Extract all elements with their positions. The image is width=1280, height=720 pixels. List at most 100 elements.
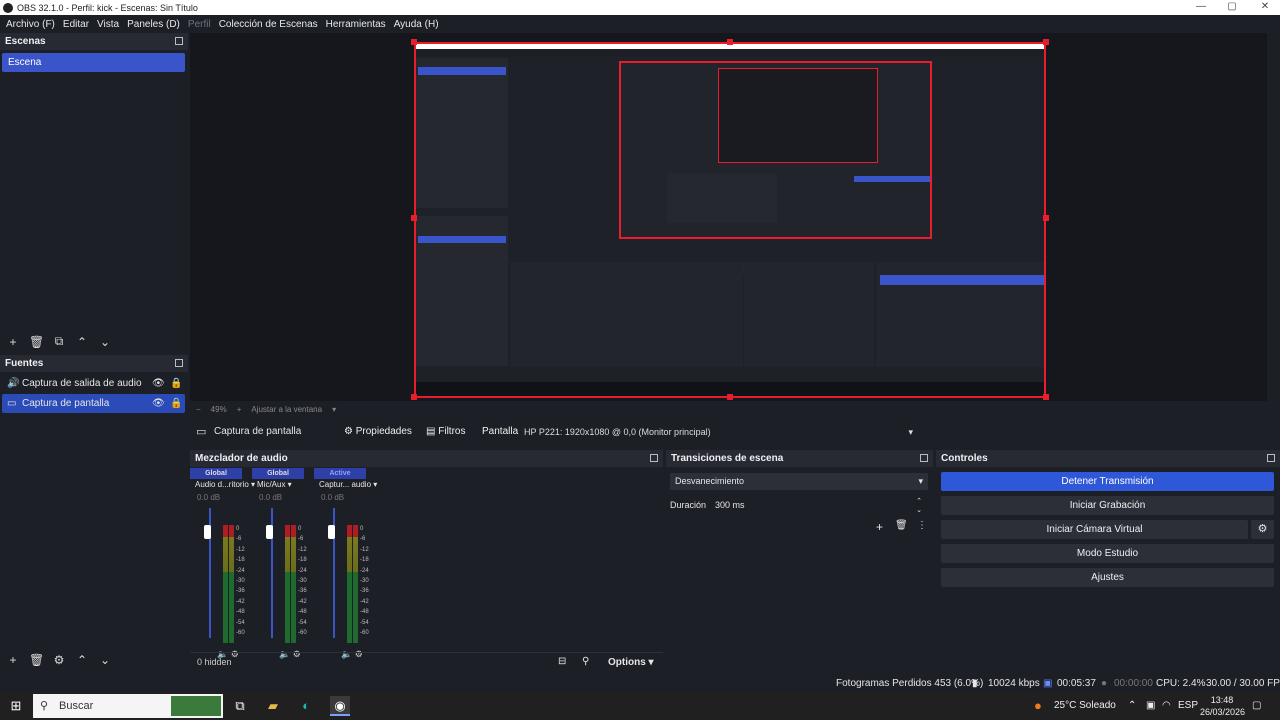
fader-handle[interactable] xyxy=(328,525,335,539)
menu-coleccion-escenas[interactable]: Colección de Escenas xyxy=(219,19,318,30)
resize-handle[interactable] xyxy=(727,39,733,45)
lock-icon[interactable]: 🔒 xyxy=(170,374,182,393)
source-label: Captura de salida de audio xyxy=(22,378,142,389)
preview-canvas[interactable] xyxy=(414,42,1046,398)
tray-expand-icon[interactable]: ⌃ xyxy=(1128,692,1136,720)
tick: -54 xyxy=(236,619,245,626)
nested-scenes-panel xyxy=(416,58,508,208)
tick: -6 xyxy=(298,536,304,543)
link-icon[interactable]: ⚲ xyxy=(582,656,589,667)
move-down-icon[interactable]: ⌄ xyxy=(98,335,112,349)
minimize-button[interactable]: — xyxy=(1186,0,1216,15)
layout-icon[interactable]: ⊟ xyxy=(558,656,566,667)
zoom-out-icon[interactable]: − xyxy=(196,405,201,414)
spin-down-icon[interactable]: ⌄ xyxy=(916,502,922,519)
undock-icon[interactable] xyxy=(175,359,183,367)
maximize-button[interactable]: ▢ xyxy=(1217,0,1247,15)
obs-taskbar-icon[interactable]: ◉ xyxy=(330,696,350,716)
menu-herramientas[interactable]: Herramientas xyxy=(326,19,386,30)
tray-app-icon[interactable]: ▣ xyxy=(1146,692,1155,720)
close-button[interactable]: ✕ xyxy=(1250,0,1280,15)
resize-handle[interactable] xyxy=(1043,39,1049,45)
properties-button[interactable]: ⚙ Propiedades xyxy=(336,421,420,443)
add-icon[interactable]: + xyxy=(6,335,20,349)
settings-button[interactable]: Ajustes xyxy=(941,568,1274,587)
channel-name[interactable]: Audio d...ritorio ▾ xyxy=(195,480,255,489)
trash-icon[interactable]: 🗑 xyxy=(29,335,44,349)
notifications-icon[interactable]: ▢ xyxy=(1252,692,1261,720)
obs-logo-icon xyxy=(3,2,13,13)
visibility-eye-icon[interactable]: 👁 xyxy=(152,394,165,413)
zoom-in-icon[interactable]: + xyxy=(237,405,242,414)
clock[interactable]: 13:48 26/03/2026 xyxy=(1200,694,1245,718)
level-meter xyxy=(353,525,358,643)
virtual-camera-settings-gear-icon[interactable]: ⚙ xyxy=(1251,520,1274,539)
undock-icon[interactable] xyxy=(920,454,928,462)
browser-icon[interactable]: ◐ xyxy=(296,696,316,716)
menu-perfil[interactable]: Perfil xyxy=(188,19,211,30)
transition-select[interactable]: Desvanecimiento ▾ xyxy=(670,473,928,490)
move-down-icon[interactable]: ⌄ xyxy=(98,653,112,667)
fit-to-window[interactable]: Ajustar a la ventana xyxy=(251,405,322,414)
filter-icon[interactable]: ⧉ xyxy=(52,334,66,349)
undock-icon[interactable] xyxy=(650,454,658,462)
filters-button[interactable]: ▤ Filtros xyxy=(418,421,473,443)
tick: -30 xyxy=(298,578,307,585)
language-indicator[interactable]: ESP xyxy=(1178,692,1198,720)
tick: -18 xyxy=(298,557,307,564)
move-up-icon[interactable]: ⌃ xyxy=(75,653,89,667)
menu-archivo[interactable]: Archivo (F) xyxy=(6,19,55,30)
resize-handle[interactable] xyxy=(727,394,733,400)
fader-handle[interactable] xyxy=(266,525,273,539)
resize-handle[interactable] xyxy=(411,39,417,45)
taskbar-search[interactable]: ⚲ Buscar xyxy=(33,694,223,718)
menu-editar[interactable]: Editar xyxy=(63,19,89,30)
file-explorer-icon[interactable]: ▰ xyxy=(263,696,283,716)
tick: 0 xyxy=(360,526,364,532)
source-item-audio-output[interactable]: 🔊 Captura de salida de audio 👁 🔒 xyxy=(2,374,185,393)
tick: -12 xyxy=(236,546,245,553)
scenes-title: Escenas xyxy=(5,36,46,47)
duration-spinbox[interactable]: 300 ms ⌃ ⌄ xyxy=(711,497,928,514)
task-view-icon[interactable]: ⧉ xyxy=(230,696,250,716)
add-icon[interactable]: + xyxy=(876,520,883,534)
resize-handle[interactable] xyxy=(411,394,417,400)
add-icon[interactable]: + xyxy=(6,653,20,667)
resize-handle[interactable] xyxy=(1043,394,1049,400)
nested-preview-deep xyxy=(718,68,878,163)
zoom-bar: − 49% + Ajustar a la ventana ▾ xyxy=(190,401,1267,417)
more-options-icon[interactable]: ⋮ xyxy=(917,520,927,531)
stream-icon: ▣ xyxy=(1043,678,1053,689)
move-up-icon[interactable]: ⌃ xyxy=(75,335,89,349)
resize-handle[interactable] xyxy=(411,215,417,221)
channel-name[interactable]: Mic/Aux ▾ xyxy=(257,480,292,489)
trash-icon[interactable]: 🗑 xyxy=(29,653,44,667)
menu-vista[interactable]: Vista xyxy=(97,19,119,30)
tick: -60 xyxy=(236,630,245,637)
undock-icon[interactable] xyxy=(175,37,183,45)
monitor-icon: ▭ xyxy=(7,398,17,409)
stop-streaming-button[interactable]: Detener Transmisión xyxy=(941,472,1274,491)
wifi-icon[interactable]: ◠ xyxy=(1162,692,1171,720)
resize-handle[interactable] xyxy=(1043,215,1049,221)
visibility-eye-icon[interactable]: 👁 xyxy=(152,374,165,393)
trash-icon[interactable]: 🗑 xyxy=(895,520,908,531)
windows-start-icon[interactable]: ⊞ xyxy=(6,696,26,716)
start-virtual-camera-button[interactable]: Iniciar Cámara Virtual xyxy=(941,520,1248,539)
channel-name[interactable]: Captur... audio ▾ xyxy=(319,480,377,489)
undock-icon[interactable] xyxy=(1267,454,1275,462)
studio-mode-button[interactable]: Modo Estudio xyxy=(941,544,1274,563)
scene-item[interactable]: Escena xyxy=(2,53,185,72)
start-recording-button[interactable]: Iniciar Grabación xyxy=(941,496,1274,515)
menu-ayuda[interactable]: Ayuda (H) xyxy=(394,19,439,30)
display-select[interactable]: HP P221: 1920x1080 @ 0,0 (Monitor princi… xyxy=(522,424,917,441)
menu-paneles[interactable]: Paneles (D) xyxy=(127,19,180,30)
monitor-icon: ▭ xyxy=(196,426,207,438)
options-button[interactable]: Options ▾ xyxy=(608,657,654,668)
fader-handle[interactable] xyxy=(204,525,211,539)
source-item-screen-capture[interactable]: ▭ Captura de pantalla 👁 🔒 xyxy=(2,394,185,413)
lock-icon[interactable]: 🔒 xyxy=(170,394,182,413)
chevron-down-icon[interactable]: ▾ xyxy=(332,405,336,414)
meter-scale: 0 -6 -12 -18 -24 -30 -36 -42 -48 -54 -60 xyxy=(298,524,307,638)
gear-icon[interactable]: ⚙ xyxy=(52,653,66,667)
